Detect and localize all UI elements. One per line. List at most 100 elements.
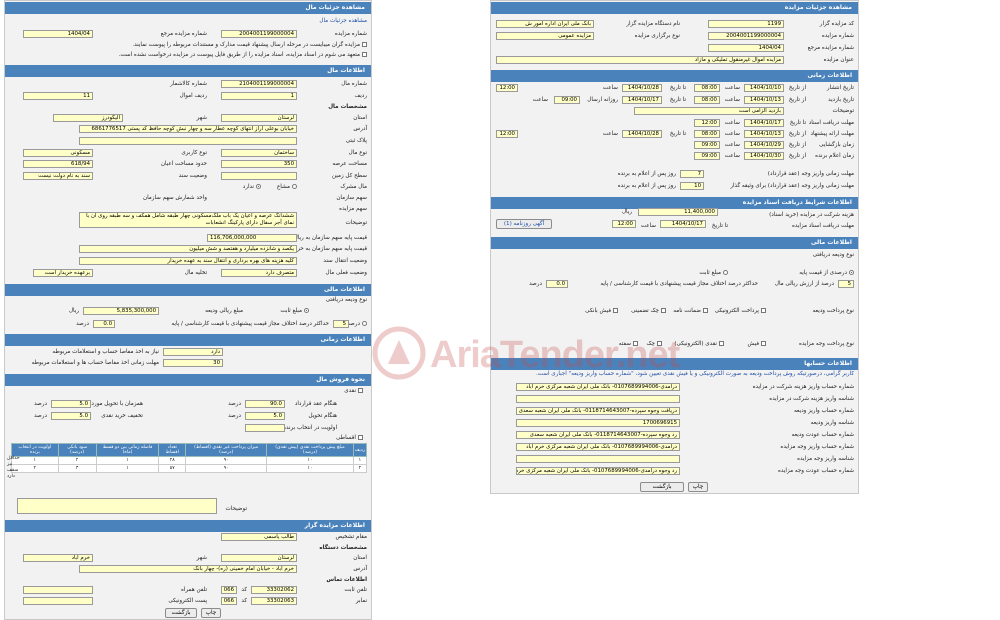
- fee-id-label: شناسه واریز هزینه شرکت در مزایده: [769, 396, 854, 402]
- deposit-type-label: نوع ودیعه دریافتی: [325, 297, 367, 303]
- visit-label: تاریخ بازدید: [828, 97, 854, 103]
- visit-date: 1404/10/13: [744, 96, 784, 104]
- property-details-header: مشاهده جزئیات مال: [5, 2, 371, 14]
- max-diff-unit: درصد: [76, 321, 89, 327]
- org-subheader: مشخصات دستگاه: [319, 545, 367, 551]
- opening-label: زمان بازگشایی: [819, 142, 854, 148]
- email-field: [23, 597, 93, 605]
- installments-col-header: مبلغ پیش پرداخت نقدی (پیش نقدی) (درصد): [266, 443, 354, 457]
- property-number-field: 2104001199000004: [221, 80, 297, 88]
- announce-date: 1404/10/30: [744, 152, 784, 160]
- bid-deadline-label: مهلت ارائه پیشنهاد: [810, 131, 854, 137]
- auction-title-label: عنوان مزایده: [823, 57, 854, 63]
- opening-time-label: ساعت: [724, 142, 740, 148]
- notes-field: [17, 498, 217, 514]
- installment-option[interactable]: اقساطی: [336, 435, 363, 441]
- province-label: استان: [353, 115, 367, 121]
- fee-currency: ریال: [621, 209, 632, 215]
- city-label: شهر: [196, 115, 207, 121]
- property-info-header: اطلاعات مال: [5, 65, 371, 77]
- doc-time: 12:00: [694, 119, 720, 127]
- deposit-pay-label: نوع پرداخت ودیعه: [812, 308, 854, 314]
- income-id-label: شناسه واریز وجه مزایده: [797, 456, 854, 462]
- visit-to-time-label: ساعت: [532, 97, 548, 103]
- commitment-checkbox: [362, 52, 367, 57]
- publish-to-time-label: ساعت: [602, 85, 618, 91]
- doc-to-label: تا تاریخ: [789, 120, 806, 126]
- row-number-label: ردیف: [354, 93, 367, 99]
- area-label: مساحت عرصه: [332, 161, 367, 167]
- back-button[interactable]: بازگشت: [165, 608, 197, 618]
- fee-field: 11,400,000: [638, 208, 718, 216]
- guarantee-deadline-field: 10: [680, 182, 704, 190]
- organizer-code-label: کد مزایده گزار: [819, 21, 854, 27]
- property-details-panel: مشاهده جزئیات مال مشاهده جزئیات مال شمار…: [4, 0, 372, 620]
- cash-option[interactable]: نقدی: [344, 388, 363, 394]
- fee-opt-promissory[interactable]: سفته: [619, 341, 638, 347]
- fee-opt-cash[interactable]: نقدی (الکترونیکی): [674, 341, 724, 347]
- doc-status-field: سند به نام دولت نیست: [23, 172, 93, 180]
- auction-number-label-r: شماره مزایده: [821, 33, 854, 39]
- authority-field: طالب یاسمی: [221, 533, 297, 541]
- print-button-r[interactable]: چاپ: [688, 482, 708, 492]
- deposit-amount-label: مبلغ ریالی ودیعه: [205, 308, 243, 314]
- announce-time-label: ساعت: [724, 153, 740, 159]
- fax-code-field: 066: [221, 597, 237, 605]
- deposit-account-field: دریافت وجوه سپرده-0118714643007- بانک مل…: [516, 407, 680, 415]
- joint-label: مال مشرک: [340, 184, 367, 190]
- fee-opt-slip[interactable]: فیش: [748, 341, 766, 347]
- deposit-opt-slip[interactable]: فیش بانکی: [585, 308, 618, 314]
- deposit-amount-field: 5,835,300,000: [83, 307, 159, 315]
- org-address-label: آدرس: [353, 566, 367, 572]
- phone-code-label: کد: [241, 587, 247, 593]
- deposit-opt-check[interactable]: چک تضمینی: [631, 308, 666, 314]
- table-cell: ۹۰: [185, 456, 268, 465]
- publish-to-date: 1404/10/28: [622, 84, 662, 92]
- fee-opt-check[interactable]: چک: [647, 341, 662, 347]
- discount-unit: درصد: [34, 413, 47, 419]
- income-account-label: شماره حساب واریز وجه مزایده: [780, 444, 854, 450]
- publish-label: تاریخ انتشار: [826, 85, 854, 91]
- device-label: نام دستگاه مزایده گزار: [626, 21, 680, 27]
- base-price-label: قیمت پایه سهم سازمان به ریال: [293, 235, 367, 241]
- address-field: خیابان بوعلی اراز انتهای کوچه عطار سه و …: [79, 125, 297, 133]
- max-diff-field: 0.0: [93, 320, 115, 328]
- fixed-radio-r[interactable]: مبلغ ثابت: [699, 270, 728, 276]
- plaque-field: [79, 137, 297, 145]
- notes-label: توضیحات: [225, 506, 247, 512]
- organizer-code-field: 1199: [708, 20, 784, 28]
- back-button-r[interactable]: بازگشت: [640, 482, 684, 492]
- with-delivery-field: 5.0: [51, 400, 91, 408]
- print-button[interactable]: چاپ: [201, 608, 221, 618]
- opening-date-label: از تاریخ: [788, 142, 806, 148]
- fixed-amount-radio[interactable]: مبلغ ثابت: [280, 308, 309, 314]
- bid-time-label: ساعت: [724, 131, 740, 137]
- joint-no-radio[interactable]: ندارد: [243, 184, 261, 190]
- financial-header: اطلاعات مالی: [491, 237, 858, 249]
- newspaper-ad-button[interactable]: آگهی روزنامه (1): [496, 219, 552, 229]
- percent-radio-r[interactable]: درصدی از قیمت پایه: [799, 270, 854, 276]
- table-row: ۲ ۱۰ ۹۰ ۵۷ ۱ ۳ ۲: [11, 464, 368, 473]
- deposit-id-field: 1700696915: [516, 419, 680, 427]
- deposit-opt-guarantee[interactable]: ضمانت نامه: [673, 308, 708, 314]
- percent-field-r: 5: [838, 280, 854, 288]
- description-field: ششدانگ عرصه و اعیان یک باب ملک‌مسکونی چه…: [79, 212, 297, 228]
- contract-unit: درصد: [228, 401, 241, 407]
- transfer-field: کلیه هزینه های بهره برداری و انتقال سند …: [79, 257, 297, 265]
- fee-account-label: شماره حساب واریز هزینه شرکت در مزایده: [752, 384, 854, 390]
- deposit-opt-electronic[interactable]: پرداخت الکترونیکی: [715, 308, 766, 314]
- doc-time-label: ساعت: [724, 120, 740, 126]
- deposit-type-label-r: نوع ودیعه دریافتی: [812, 252, 854, 258]
- share-unit-label: واحد شمارش سهم سازمان: [142, 195, 207, 201]
- joint-yes-radio[interactable]: مشاع: [277, 184, 297, 190]
- fee-label: هزینه شرکت در مزایده (خرید اسناد): [769, 212, 854, 218]
- current-status-field: متصرف دارد: [221, 269, 297, 277]
- org-city-field: خرم آباد: [23, 554, 93, 562]
- evacuation-label: تخلیه مال: [184, 270, 207, 276]
- deposit-percent-field: 5: [333, 320, 349, 328]
- auction-title-field: مزایده اموال غیرمنقول تملیکی و مازاد: [496, 56, 784, 64]
- breadcrumb[interactable]: مشاهده جزئیات مال: [319, 18, 367, 24]
- discount-field: 5.0: [51, 412, 91, 420]
- return-account-label: شماره حساب عودت ودیعه: [791, 432, 854, 438]
- property-type-field: ساختمان: [221, 149, 297, 157]
